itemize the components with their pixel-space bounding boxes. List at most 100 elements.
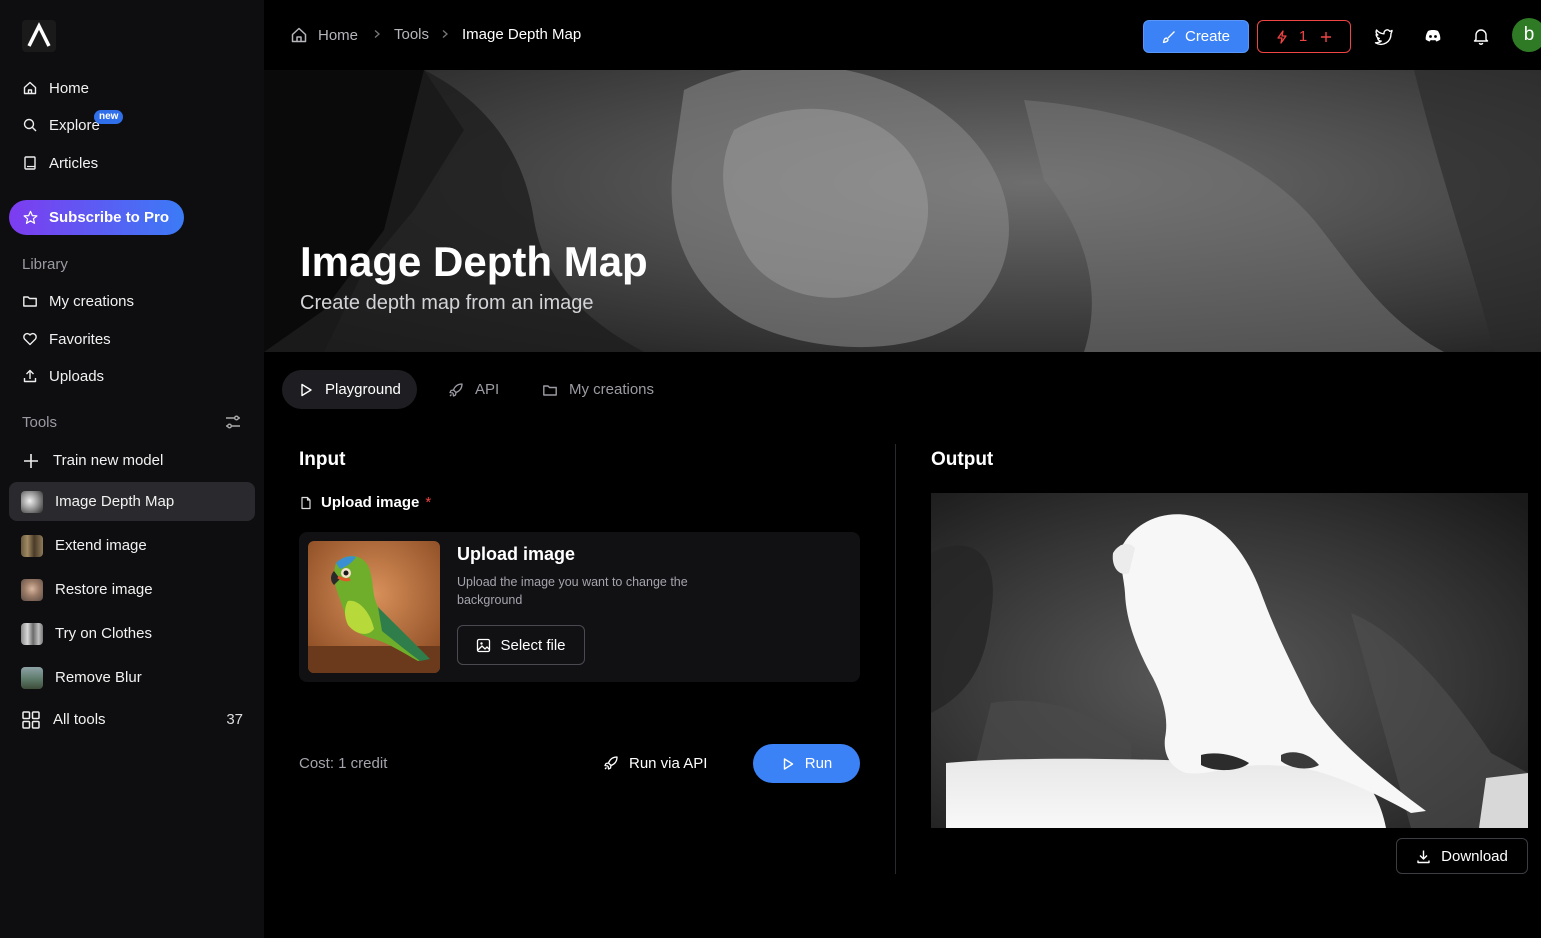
create-label: Create bbox=[1184, 28, 1231, 45]
nav-articles-label: Articles bbox=[49, 154, 99, 172]
tools-section-label: Tools bbox=[22, 414, 58, 431]
nav-uploads-label: Uploads bbox=[49, 367, 105, 385]
nav-explore-label: Explore bbox=[49, 116, 100, 134]
nav-favorites[interactable]: Favorites bbox=[10, 321, 255, 357]
lightning-icon bbox=[1275, 29, 1289, 44]
brush-icon bbox=[1162, 30, 1176, 44]
tab-playground-label: Playground bbox=[325, 381, 401, 398]
avatar[interactable]: b bbox=[1512, 18, 1541, 52]
try-on-thumbnail bbox=[21, 622, 43, 645]
output-heading: Output bbox=[931, 449, 994, 470]
tool-restore-label: Restore image bbox=[55, 581, 153, 598]
heart-icon bbox=[22, 331, 38, 347]
sidebar: Home Explore new Articles Subscribe to P… bbox=[0, 0, 264, 938]
play-icon bbox=[781, 757, 795, 771]
plus-icon bbox=[1319, 30, 1333, 44]
tool-all-tools[interactable]: All tools 37 bbox=[9, 700, 255, 739]
nav-my-creations[interactable]: My creations bbox=[10, 283, 255, 319]
upload-image-label: Upload image * bbox=[299, 494, 431, 511]
tool-extend-image[interactable]: Extend image bbox=[9, 526, 255, 565]
library-section-label: Library bbox=[22, 256, 68, 273]
tool-remove-blur[interactable]: Remove Blur bbox=[9, 658, 255, 697]
file-icon bbox=[299, 496, 313, 510]
download-icon bbox=[1416, 849, 1431, 864]
home-icon bbox=[22, 80, 38, 96]
tool-depth-label: Image Depth Map bbox=[55, 493, 175, 510]
tool-extend-label: Extend image bbox=[55, 537, 147, 554]
tab-my-creations-label: My creations bbox=[569, 381, 655, 398]
breadcrumb-current: Image Depth Map bbox=[462, 26, 582, 43]
twitter-icon[interactable] bbox=[1374, 26, 1394, 46]
tool-all-label: All tools bbox=[53, 711, 106, 728]
select-file-label: Select file bbox=[500, 636, 566, 654]
tool-train-label: Train new model bbox=[53, 452, 164, 469]
nav-explore[interactable]: Explore new bbox=[10, 107, 255, 143]
output-depth-map-image bbox=[931, 493, 1528, 828]
folder-icon bbox=[542, 382, 558, 398]
all-tools-count: 37 bbox=[226, 711, 243, 728]
tool-restore-image[interactable]: Restore image bbox=[9, 570, 255, 609]
page-title: Image Depth Map bbox=[300, 238, 648, 285]
nav-uploads[interactable]: Uploads bbox=[10, 358, 255, 394]
upload-card-description: Upload the image you want to change the … bbox=[457, 575, 688, 607]
restore-image-thumbnail bbox=[21, 578, 43, 601]
tab-api[interactable]: API bbox=[432, 370, 515, 409]
breadcrumb-home[interactable]: Home bbox=[290, 26, 358, 44]
select-file-button[interactable]: Select file bbox=[457, 625, 585, 665]
new-badge: new bbox=[94, 110, 124, 124]
tool-image-depth-map[interactable]: Image Depth Map bbox=[9, 482, 255, 521]
uploaded-image-preview bbox=[308, 541, 440, 673]
sliders-icon[interactable] bbox=[224, 413, 242, 431]
credits-button[interactable]: 1 bbox=[1257, 20, 1351, 53]
search-icon bbox=[22, 117, 38, 133]
tab-playground[interactable]: Playground bbox=[282, 370, 417, 409]
tool-train-new-model[interactable]: Train new model bbox=[9, 441, 255, 480]
tab-my-creations[interactable]: My creations bbox=[526, 370, 670, 409]
tool-tryon-label: Try on Clothes bbox=[55, 625, 152, 642]
run-via-api-label: Run via API bbox=[629, 754, 708, 772]
chevron-right-icon bbox=[440, 29, 450, 39]
hero-banner: Image Depth Map Create depth map from an… bbox=[264, 70, 1541, 352]
breadcrumb-tools[interactable]: Tools bbox=[394, 26, 429, 43]
nav-my-creations-label: My creations bbox=[49, 292, 135, 310]
run-via-api-button[interactable]: Run via API bbox=[603, 745, 707, 781]
subscribe-pro-button[interactable]: Subscribe to Pro bbox=[9, 200, 184, 235]
nav-favorites-label: Favorites bbox=[49, 330, 111, 348]
image-icon bbox=[476, 638, 491, 653]
book-icon bbox=[22, 155, 38, 171]
home-icon bbox=[290, 26, 308, 44]
upload-card-title: Upload image bbox=[457, 544, 576, 564]
create-button[interactable]: Create bbox=[1143, 20, 1249, 53]
tab-api-label: API bbox=[475, 381, 500, 398]
tool-blur-label: Remove Blur bbox=[55, 669, 142, 686]
run-label: Run bbox=[804, 755, 833, 772]
breadcrumb-home-label: Home bbox=[318, 26, 359, 44]
tool-try-on-clothes[interactable]: Try on Clothes bbox=[9, 614, 255, 653]
upload-dropzone[interactable]: Upload image Upload the image you want t… bbox=[299, 532, 860, 682]
nav-home[interactable]: Home bbox=[10, 70, 255, 106]
subscribe-pro-label: Subscribe to Pro bbox=[49, 209, 170, 226]
top-bar: Home Tools Image Depth Map Create 1 b bbox=[264, 0, 1541, 70]
discord-icon[interactable] bbox=[1423, 26, 1443, 46]
panel-divider bbox=[895, 444, 896, 874]
credits-count: 1 bbox=[1298, 28, 1308, 45]
chevron-right-icon bbox=[372, 29, 382, 39]
nav-home-label: Home bbox=[49, 79, 90, 97]
run-button[interactable]: Run bbox=[753, 744, 860, 783]
input-heading: Input bbox=[299, 449, 346, 470]
page-subtitle: Create depth map from an image bbox=[300, 292, 594, 314]
rocket-icon bbox=[448, 382, 464, 398]
nav-articles[interactable]: Articles bbox=[10, 145, 255, 181]
bell-icon[interactable] bbox=[1471, 26, 1491, 46]
plus-icon bbox=[21, 451, 41, 471]
extend-image-thumbnail bbox=[21, 534, 43, 557]
upload-icon bbox=[22, 368, 38, 384]
app-logo[interactable] bbox=[22, 20, 56, 52]
upload-image-label-text: Upload image bbox=[321, 494, 420, 511]
folder-icon bbox=[22, 293, 38, 309]
grid-icon bbox=[21, 710, 41, 730]
play-icon bbox=[298, 382, 314, 398]
star-icon bbox=[23, 210, 38, 225]
download-button[interactable]: Download bbox=[1396, 838, 1528, 874]
rocket-icon bbox=[603, 755, 619, 771]
